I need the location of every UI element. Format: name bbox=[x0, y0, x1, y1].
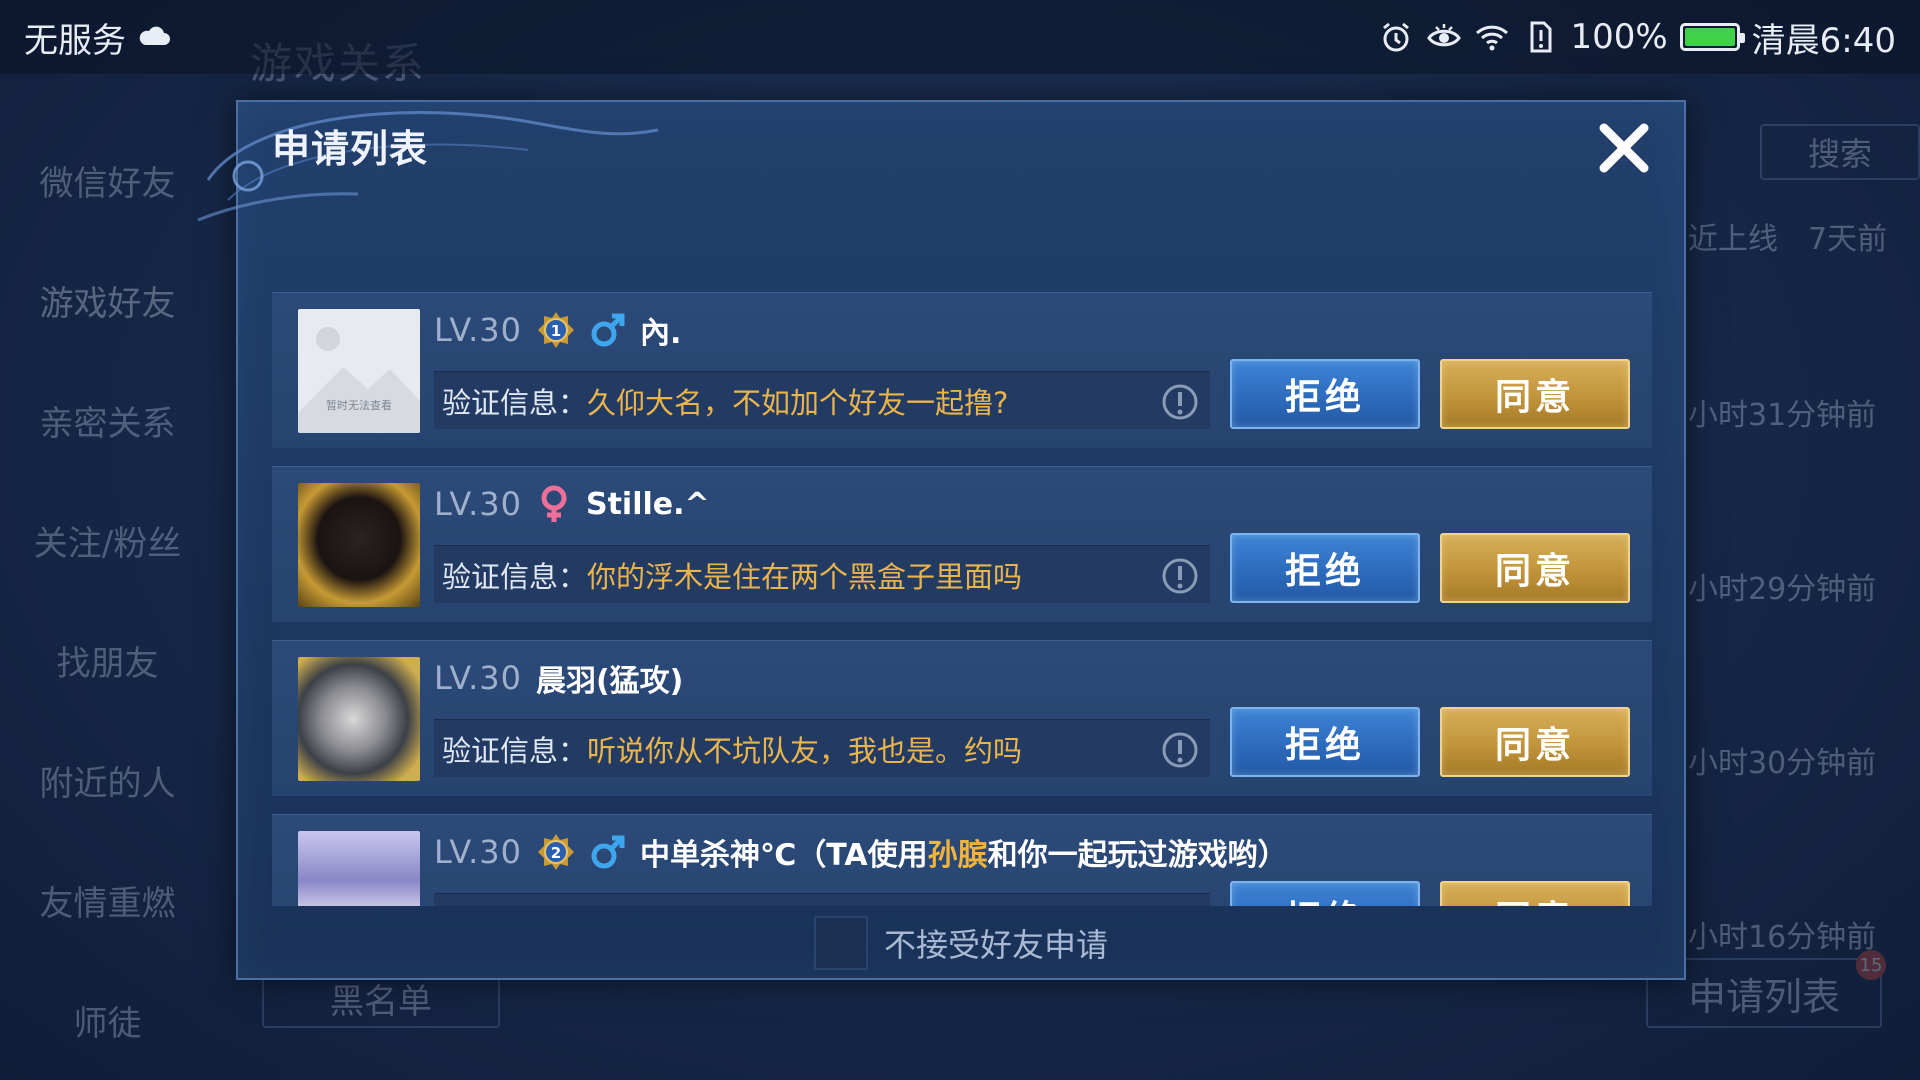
female-icon bbox=[541, 485, 567, 522]
reject-button[interactable]: 拒绝 bbox=[1230, 359, 1420, 429]
reject-requests-label: 不接受好友申请 bbox=[883, 926, 1108, 964]
dialog-footer: 不接受好友申请 bbox=[238, 908, 1684, 978]
verify-label: 验证信息： bbox=[442, 385, 588, 420]
request-row: 暂时无法查看 LV.30 1 內. 验证信息： 久仰大名，不如加个好友一起撸? bbox=[272, 292, 1652, 448]
avatar[interactable]: 暂时无法查看 bbox=[298, 309, 420, 433]
status-bar: 无服务 100% 清晨6:40 bbox=[0, 0, 1920, 74]
report-info-icon[interactable] bbox=[1160, 556, 1200, 596]
apply-count-badge: 15 bbox=[1856, 950, 1886, 980]
rank-number: 2 bbox=[551, 844, 561, 862]
player-name: 晨羽(猛攻) bbox=[535, 664, 684, 699]
report-info-icon[interactable] bbox=[1160, 382, 1200, 422]
avatar[interactable] bbox=[298, 483, 420, 607]
background-time: 小时31分钟前 bbox=[1688, 398, 1877, 433]
avatar-placeholder-text: 暂时无法查看 bbox=[326, 399, 392, 412]
verify-message: 久仰大名，不如加个好友一起撸? bbox=[587, 385, 1009, 420]
verify-message-box: 验证信息： 久仰大名，不如加个好友一起撸? bbox=[434, 371, 1210, 429]
sidebar-item-mentor: 师徒 bbox=[73, 1003, 142, 1044]
sidebar-item-follow-fans: 关注/粉丝 bbox=[33, 523, 182, 564]
male-icon bbox=[591, 835, 625, 869]
sidebar-item-intimate: 亲密关系 bbox=[39, 403, 176, 444]
hero-name: 孙膑 bbox=[927, 838, 988, 873]
request-list[interactable]: 暂时无法查看 LV.30 1 內. 验证信息： 久仰大名，不如加个好友一起撸? bbox=[272, 292, 1652, 906]
status-left: 无服务 bbox=[24, 13, 172, 62]
level-text: LV.30 bbox=[434, 485, 522, 523]
battery-fill bbox=[1684, 28, 1735, 46]
cloud-icon bbox=[139, 26, 170, 45]
background-time: 小时30分钟前 bbox=[1688, 746, 1877, 781]
wifi-icon bbox=[1476, 25, 1509, 51]
request-meta: LV.30 2 中单杀神℃（TA使用孙膑和你一起玩过游戏哟） bbox=[434, 829, 1288, 875]
verify-message-box: 验证信息： 你的浮木是住在两个黑盒子里面吗 bbox=[434, 545, 1210, 603]
background-sidebar: 微信好友 游戏好友 亲密关系 关注/粉丝 找朋友 附近的人 友情重燃 师徒 bbox=[0, 120, 215, 1080]
verify-message-box: 验证信息： 听说你从不坑队友，我也是。约吗 bbox=[434, 719, 1210, 777]
background-online-label: 近上线 bbox=[1688, 222, 1778, 257]
rank-number: 1 bbox=[551, 322, 561, 340]
sidebar-item-find-friends: 找朋友 bbox=[56, 643, 159, 684]
battery-icon bbox=[1679, 23, 1745, 51]
accept-button[interactable]: 同意 bbox=[1440, 881, 1630, 906]
clock-text: 清晨6:40 bbox=[1751, 20, 1896, 61]
background-time: 小时29分钟前 bbox=[1688, 572, 1877, 607]
player-name: 中单杀神℃（TA使用孙膑和你一起玩过游戏哟） bbox=[640, 830, 1288, 874]
sidebar-item-rekindle: 友情重燃 bbox=[39, 883, 176, 924]
verify-message: 听说你从不坑队友，我也是。约吗 bbox=[587, 733, 1023, 768]
player-name-suffix: 和你一起玩过游戏哟） bbox=[987, 838, 1288, 873]
background-apply-label: 申请列表 bbox=[1687, 974, 1840, 1019]
accept-button[interactable]: 同意 bbox=[1440, 533, 1630, 603]
dialog-title: 申请列表 bbox=[272, 127, 429, 171]
carrier-text: 无服务 bbox=[24, 20, 126, 61]
level-text: LV.30 bbox=[434, 833, 522, 871]
sidebar-item-wechat-friends: 微信好友 bbox=[39, 163, 176, 204]
player-name-prefix: 中单杀神℃（TA使用 bbox=[639, 838, 928, 873]
sidebar-item-nearby: 附近的人 bbox=[39, 763, 176, 804]
request-row: LV.30 晨羽(猛攻) 验证信息： 听说你从不坑队友，我也是。约吗 拒绝 同意 bbox=[272, 640, 1652, 796]
sim-alert-icon bbox=[1530, 21, 1552, 53]
verify-message-box bbox=[434, 893, 1210, 906]
player-name: 內. bbox=[639, 316, 682, 351]
verify-label: 验证信息： bbox=[442, 559, 588, 594]
battery-percent: 100% bbox=[1570, 17, 1668, 57]
avatar[interactable] bbox=[298, 831, 420, 906]
background-days-label: 7天前 bbox=[1808, 222, 1888, 257]
male-icon bbox=[591, 313, 625, 347]
rank-badge-icon: 2 bbox=[537, 834, 574, 870]
avatar[interactable] bbox=[298, 657, 420, 781]
alarm-icon bbox=[1383, 22, 1410, 52]
request-meta: LV.30 Stille.^ bbox=[434, 481, 710, 527]
reject-button[interactable]: 拒绝 bbox=[1230, 533, 1420, 603]
reject-button[interactable]: 拒绝 bbox=[1230, 881, 1420, 906]
close-icon[interactable] bbox=[1594, 118, 1654, 178]
image-placeholder-icon bbox=[298, 327, 420, 433]
request-meta: LV.30 1 內. bbox=[434, 307, 681, 353]
request-row: LV.30 Stille.^ 验证信息： 你的浮木是住在两个黑盒子里面吗 拒绝 … bbox=[272, 466, 1652, 622]
verify-message: 你的浮木是住在两个黑盒子里面吗 bbox=[587, 559, 1023, 594]
sidebar-item-game-friends: 游戏好友 bbox=[39, 283, 176, 324]
rank-badge-icon: 1 bbox=[537, 312, 574, 348]
level-text: LV.30 bbox=[434, 659, 522, 697]
accept-button[interactable]: 同意 bbox=[1440, 707, 1630, 777]
level-text: LV.30 bbox=[434, 311, 522, 349]
status-right: 100% 清晨6:40 bbox=[1378, 13, 1896, 62]
request-meta: LV.30 晨羽(猛攻) bbox=[434, 655, 683, 701]
eye-icon bbox=[1427, 24, 1462, 47]
reject-requests-checkbox[interactable] bbox=[813, 916, 868, 970]
verify-label: 验证信息： bbox=[442, 733, 588, 768]
background-search-button: 搜索 bbox=[1760, 124, 1920, 180]
request-row: LV.30 2 中单杀神℃（TA使用孙膑和你一起玩过游戏哟） 拒绝 同意 bbox=[272, 814, 1652, 906]
apply-list-dialog: 申请列表 暂时无法查看 LV.30 1 內. 验证信息： 久仰大名，不如加个好友… bbox=[197, 100, 1686, 980]
background-column-header: 近上线 7天前 bbox=[1688, 214, 1887, 258]
accept-button[interactable]: 同意 bbox=[1440, 359, 1630, 429]
reject-button[interactable]: 拒绝 bbox=[1230, 707, 1420, 777]
player-name: Stille.^ bbox=[585, 486, 710, 522]
report-info-icon[interactable] bbox=[1160, 730, 1200, 770]
